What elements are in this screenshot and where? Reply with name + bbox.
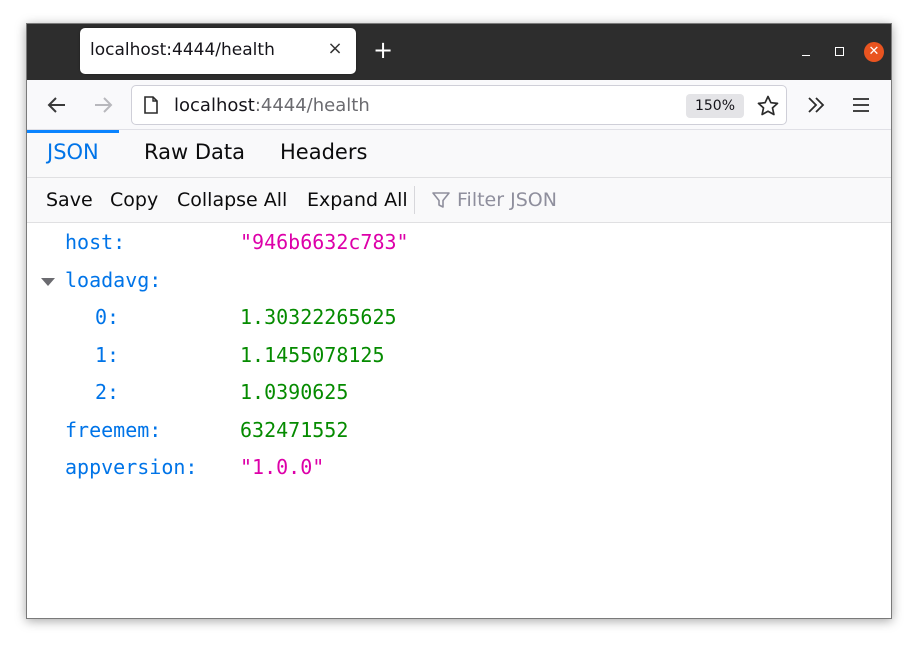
tab-raw-data[interactable]: Raw Data [144,130,245,177]
json-number-value: 1.30322265625 [240,305,397,329]
back-arrow-icon[interactable] [43,91,71,119]
page-icon [144,96,158,114]
json-number-value: 632471552 [240,418,349,442]
json-row-loadavg-1[interactable]: 1: 1.1455078125 [27,337,891,374]
json-number-value: 1.0390625 [240,380,349,404]
json-viewer-tabs: JSON Raw Data Headers [27,130,891,178]
json-key: freemem: [65,418,162,442]
json-key: 0: [95,305,120,329]
new-tab-icon[interactable]: + [371,38,395,62]
url-host: localhost [174,95,255,116]
tab-strip: localhost:4444/health × + ✕ [27,24,891,80]
url-text[interactable]: localhost:4444/health [174,95,370,116]
json-row-loadavg[interactable]: loadavg: [27,262,891,299]
overflow-chevrons-icon[interactable] [803,92,829,118]
collapse-all-button[interactable]: Collapse All [177,178,287,222]
json-string-value: "946b6632c783" [240,230,409,254]
json-tree: host: "946b6632c783" loadavg: 0: 1.30322… [27,224,891,618]
bookmark-star-icon[interactable] [756,94,780,118]
json-key: 2: [95,380,120,404]
filter-funnel-icon [431,190,451,210]
json-row-freemem[interactable]: freemem: 632471552 [27,412,891,449]
tab-headers[interactable]: Headers [280,130,367,177]
json-string-value: "1.0.0" [240,455,325,479]
copy-button[interactable]: Copy [110,178,158,222]
json-row-loadavg-0[interactable]: 0: 1.30322265625 [27,299,891,336]
expand-triangle-icon[interactable] [41,278,55,286]
minimize-icon[interactable] [802,44,812,58]
address-bar[interactable]: localhost:4444/health 150% [131,85,787,125]
toolbar-divider [414,186,415,214]
hamburger-menu-icon[interactable] [849,92,873,118]
json-key: host: [65,230,126,254]
tab-title: localhost:4444/health [90,40,275,60]
json-key: 1: [95,343,120,367]
json-key: appversion: [65,455,198,479]
json-key: loadavg: [65,268,162,292]
save-button[interactable]: Save [46,178,93,222]
forward-arrow-icon[interactable] [89,91,117,119]
close-tab-icon[interactable]: × [326,38,344,60]
zoom-level-button[interactable]: 150% [686,94,744,118]
url-path: :4444/health [254,95,370,116]
navigation-toolbar: localhost:4444/health 150% [27,80,891,130]
json-toolbar: Save Copy Collapse All Expand All [27,178,891,223]
filter-json-input[interactable] [457,186,757,214]
browser-window: localhost:4444/health × + ✕ localhost:44… [26,23,892,619]
maximize-icon[interactable] [835,47,844,56]
window-close-icon[interactable]: ✕ [864,42,884,62]
json-row-loadavg-2[interactable]: 2: 1.0390625 [27,374,891,411]
json-number-value: 1.1455078125 [240,343,385,367]
browser-tab[interactable]: localhost:4444/health × [80,28,356,74]
expand-all-button[interactable]: Expand All [307,178,408,222]
json-row-host[interactable]: host: "946b6632c783" [27,224,891,261]
tab-json[interactable]: JSON [27,130,119,177]
json-row-appversion[interactable]: appversion: "1.0.0" [27,449,891,486]
